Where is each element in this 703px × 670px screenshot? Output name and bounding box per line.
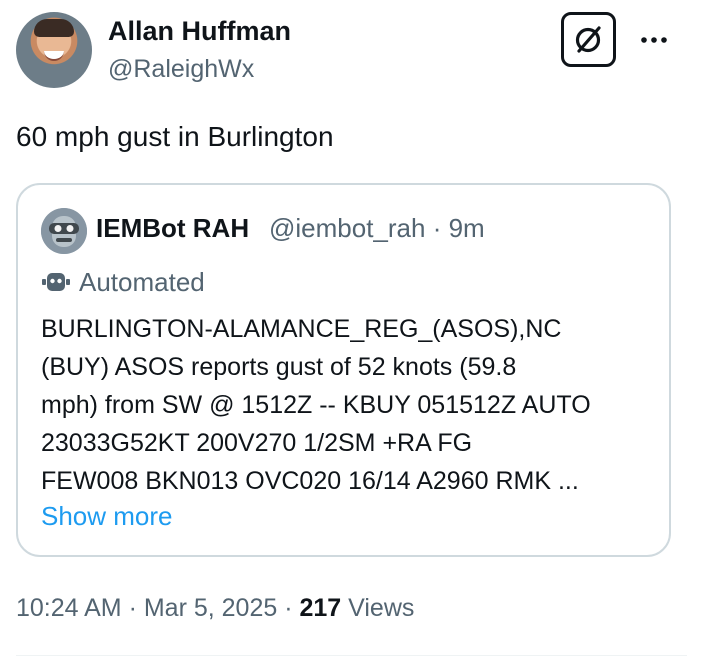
quote-body-line: mph) from SW @ 1512Z -- KBUY 051512Z AUT… [41,391,591,419]
quote-body-line: BURLINGTON-ALAMANCE_REG_(ASOS),NC [41,315,562,343]
robot-icon [42,273,70,291]
quote-card[interactable]: IEMBot RAH @iembot_rah · 9m Automated BU… [16,183,671,557]
quote-author-avatar[interactable] [41,208,87,254]
automated-badge: Automated [41,263,205,301]
quote-body-line: FEW008 BKN013 OVC020 16/14 A2960 RMK ... [41,467,579,495]
quote-body-line: (BUY) ASOS reports gust of 52 knots (59.… [41,353,517,381]
more-options-button[interactable] [638,28,670,52]
tweet-text: 60 mph gust in Burlington [16,121,334,152]
more-dots-icon [641,37,667,43]
divider [16,655,687,656]
show-more-link[interactable]: Show more [41,497,173,535]
time-date[interactable]: 10:24 AM · Mar 5, 2025 · [16,594,293,622]
views-count: 217 [299,594,342,622]
tweet-timestamp[interactable]: 10:24 AM · Mar 5, 2025 · 217 Views [16,589,414,627]
grok-slash-icon [575,25,601,53]
quote-author-meta: @iembot_rah · 9m [269,213,485,243]
author-avatar[interactable] [16,12,92,88]
grok-button[interactable] [561,12,616,67]
quote-body: BURLINGTON-ALAMANCE_REG_(ASOS),NC (BUY) … [41,310,651,500]
views-label: Views [348,594,415,622]
robot-avatar-icon [41,208,87,254]
author-handle[interactable]: @RaleighWx [108,53,254,85]
author-name[interactable]: Allan Huffman [108,14,291,48]
quote-author-name[interactable]: IEMBot RAH [96,210,249,246]
quote-body-line: 23033G52KT 200V270 1/2SM +RA FG [41,429,473,457]
automated-label: Automated [79,266,205,297]
